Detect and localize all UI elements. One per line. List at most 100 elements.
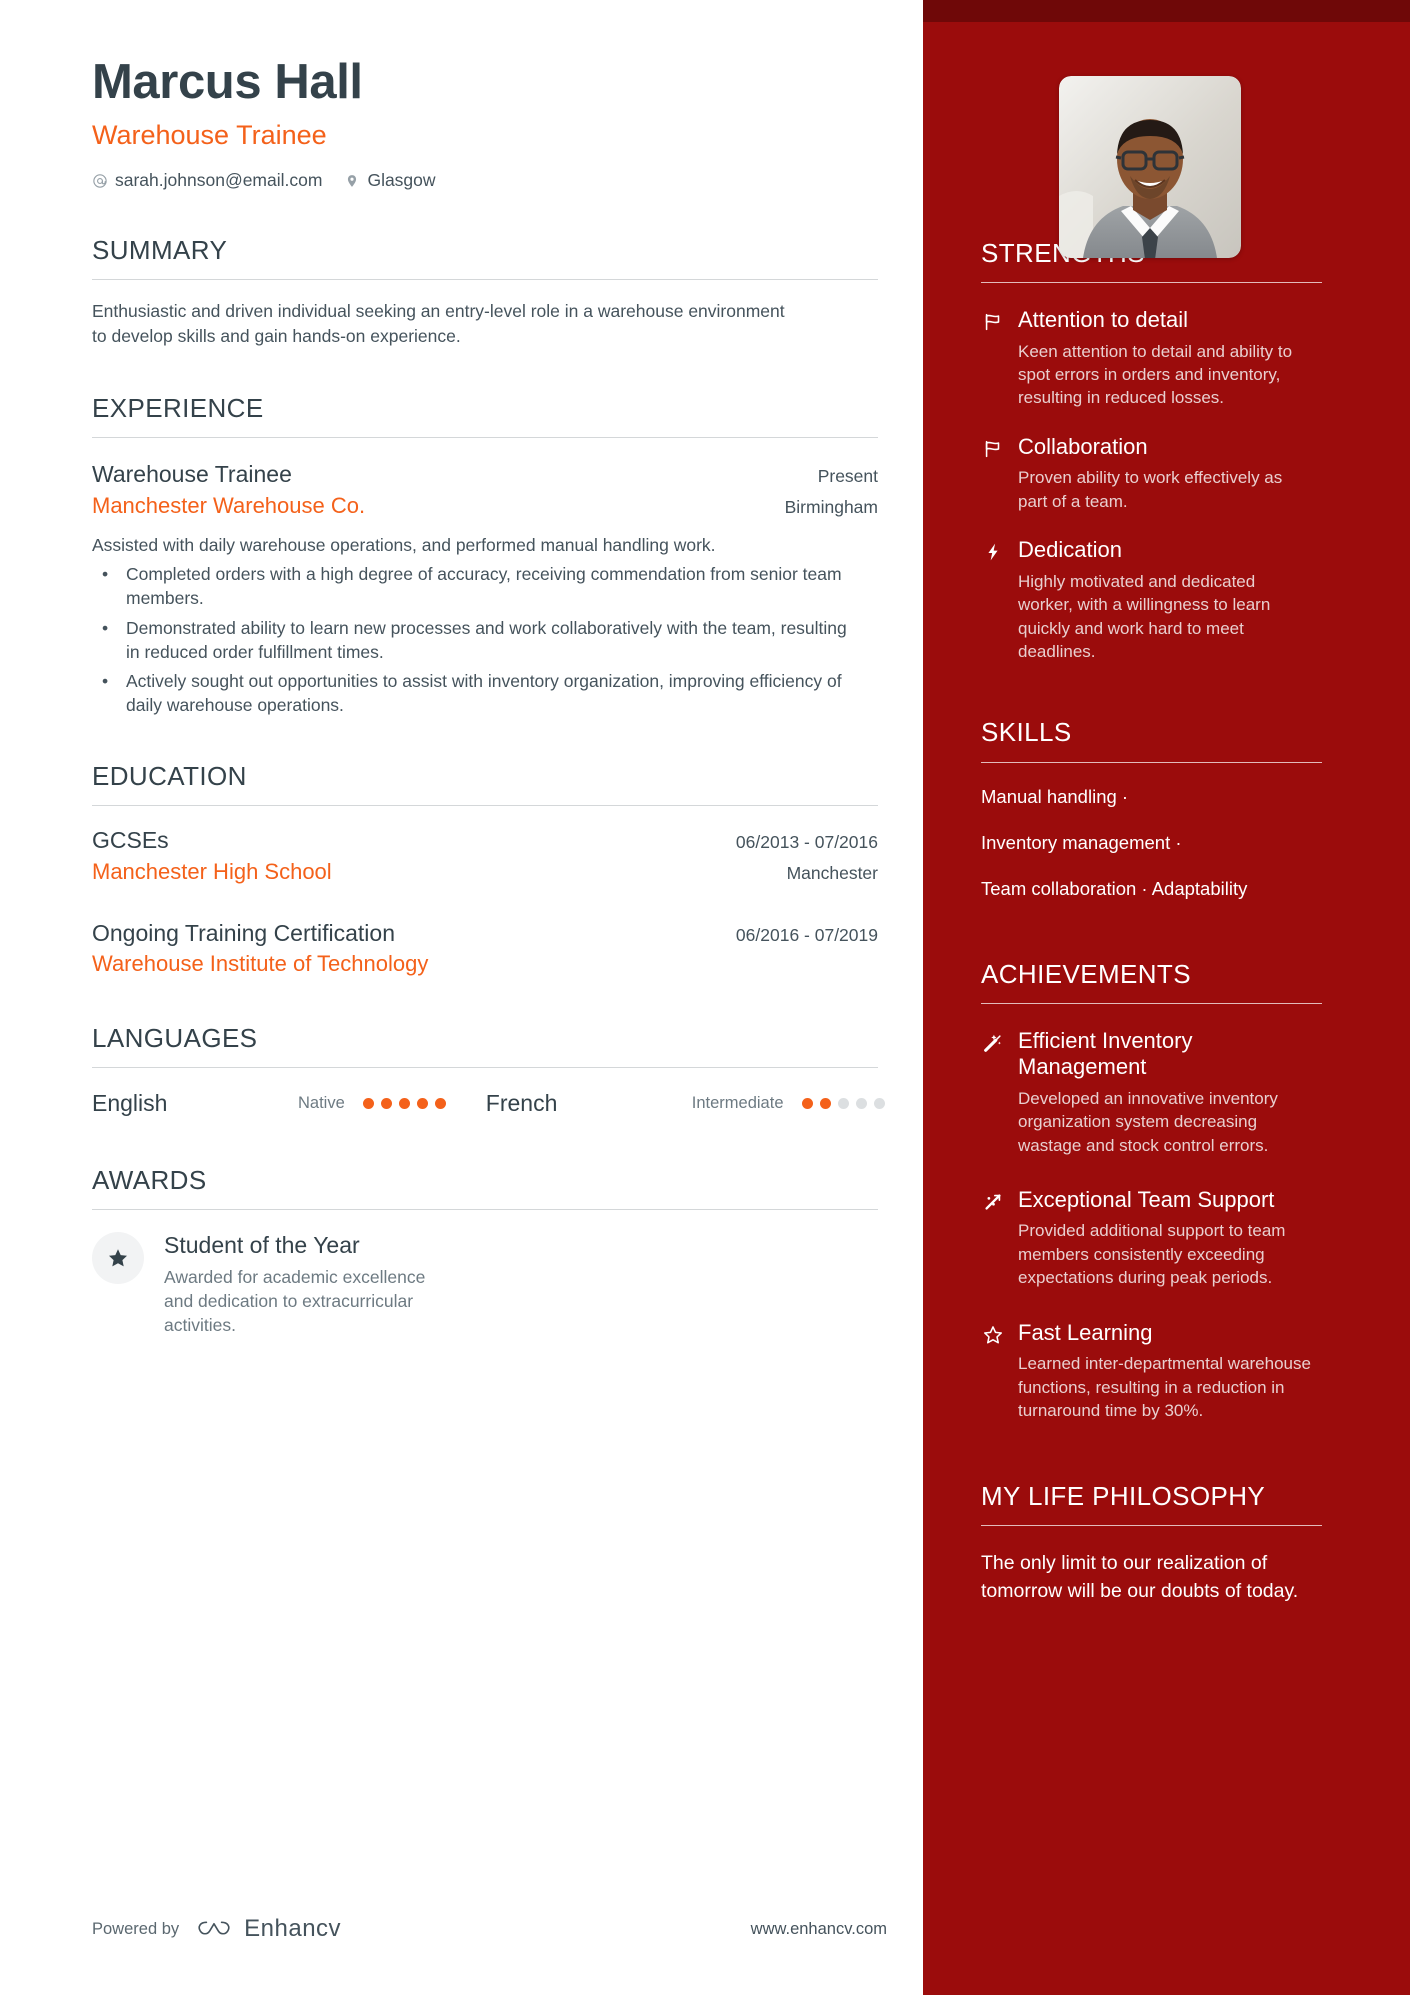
strength-item: Attention to detail Keen attention to de… (981, 307, 1352, 410)
achievement-item: Fast Learning Learned inter-departmental… (981, 1320, 1352, 1423)
philosophy-quote: The only limit to our realization of tom… (981, 1551, 1299, 1603)
education-entry: GCSEs 06/2013 - 07/2016 Manchester High … (92, 826, 878, 886)
achievement-item: Efficient Inventory Management Developed… (981, 1028, 1352, 1157)
job-title: Warehouse Trainee (92, 119, 327, 150)
divider (981, 761, 1322, 763)
education-school: Manchester High School (92, 859, 332, 885)
section-philosophy: MY LIFE PHILOSOPHY The only limit to our… (981, 1481, 1352, 1606)
contact-row: sarah.johnson@email.com Glasgow (92, 170, 923, 191)
section-summary: SUMMARY Enthusiastic and driven individu… (92, 235, 923, 349)
section-title-summary: SUMMARY (92, 235, 228, 266)
education-degree: Ongoing Training Certification (92, 919, 395, 946)
contact-location-text: Glasgow (367, 170, 436, 191)
powered-by-label: Powered by (92, 1919, 180, 1938)
divider (92, 437, 878, 439)
section-languages: LANGUAGES English Native French Intermed… (92, 1023, 923, 1117)
at-icon (92, 173, 108, 189)
section-title-education: EDUCATION (92, 761, 247, 792)
strength-description: Proven ability to work effectively as pa… (1018, 468, 1283, 511)
summary-text: Enthusiastic and driven individual seeki… (92, 301, 785, 347)
achievement-description: Learned inter-departmental warehouse fun… (1018, 1354, 1311, 1421)
achievement-title: Efficient Inventory Management (1018, 1027, 1193, 1080)
resume-page: STRENGTHS Attention to detail Keen atten… (0, 0, 1410, 1995)
strength-description: Highly motivated and dedicated worker, w… (1018, 571, 1271, 661)
map-pin-icon (344, 173, 360, 189)
section-title-skills: SKILLS (981, 717, 1072, 748)
section-achievements: ACHIEVEMENTS Efficient Inventory Managem… (981, 959, 1352, 1423)
achievement-title: Exceptional Team Support (1018, 1187, 1275, 1213)
skill-line: Inventory management · (981, 831, 1182, 853)
section-strengths: STRENGTHS Attention to detail Keen atten… (981, 238, 1352, 663)
section-skills: SKILLS Manual handling · Inventory manag… (981, 717, 1352, 900)
divider (92, 805, 878, 807)
enhancv-logo-icon (195, 1916, 233, 1942)
divider (92, 1067, 878, 1069)
section-title-philosophy: MY LIFE PHILOSOPHY (981, 1480, 1266, 1511)
experience-bullet: Completed orders with a high degree of a… (92, 562, 852, 610)
section-title-experience: EXPERIENCE (92, 393, 264, 424)
achievement-title: Fast Learning (1018, 1319, 1153, 1345)
skill-line: Manual handling · (981, 785, 1129, 807)
education-date: 06/2013 - 07/2016 (735, 832, 878, 853)
divider (92, 279, 878, 281)
divider (92, 1209, 878, 1211)
contact-email[interactable]: sarah.johnson@email.com (92, 170, 322, 191)
achievement-description: Provided additional support to team memb… (1018, 1221, 1286, 1288)
experience-date: Present (817, 466, 878, 487)
language-rating (801, 1098, 885, 1110)
header: Marcus Hall Warehouse Trainee sarah.john… (92, 55, 923, 191)
language-item: French Intermediate (486, 1090, 885, 1117)
enhancv-brand[interactable]: Enhancv (195, 1915, 341, 1943)
contact-location: Glasgow (344, 170, 436, 191)
section-title-awards: AWARDS (92, 1165, 207, 1196)
main-column: Marcus Hall Warehouse Trainee sarah.john… (0, 0, 923, 1337)
flag-icon (981, 309, 1005, 335)
strength-title: Dedication (1018, 537, 1122, 563)
achievement-description: Developed an innovative inventory organi… (1018, 1088, 1278, 1155)
education-date: 06/2016 - 07/2019 (735, 924, 878, 945)
strength-item: Collaboration Proven ability to work eff… (981, 434, 1352, 513)
language-name: French (485, 1090, 558, 1117)
rating-dot (398, 1098, 410, 1110)
rocket-icon (981, 1189, 1005, 1215)
footer-brand-group: Powered by Enhancv (92, 1915, 341, 1943)
education-school: Warehouse Institute of Technology (92, 951, 429, 977)
experience-bullet: Demonstrated ability to learn new proces… (92, 616, 852, 664)
section-title-achievements: ACHIEVEMENTS (981, 958, 1191, 989)
star-outline-icon (981, 1322, 1005, 1348)
rating-dot (873, 1098, 885, 1110)
skill-line: Team collaboration · Adaptability (981, 877, 1248, 899)
divider (981, 1524, 1322, 1526)
page-title: Marcus Hall (92, 55, 363, 109)
experience-entry: Warehouse Trainee Present Manchester War… (92, 460, 878, 717)
divider (981, 1002, 1322, 1004)
rating-dot (837, 1098, 849, 1110)
experience-bullet: Actively sought out opportunities to ass… (92, 669, 852, 717)
strength-title: Attention to detail (1018, 307, 1189, 333)
rating-dot (819, 1098, 831, 1110)
education-entry: Ongoing Training Certification 06/2016 -… (92, 919, 878, 979)
rating-dot (380, 1098, 392, 1110)
contact-email-text: sarah.johnson@email.com (115, 170, 323, 191)
language-level: Native (298, 1094, 345, 1113)
sidebar: STRENGTHS Attention to detail Keen atten… (923, 0, 1410, 1995)
section-experience: EXPERIENCE Warehouse Trainee Present Man… (92, 393, 923, 717)
education-degree: GCSEs (92, 827, 169, 854)
footer-url[interactable]: www.enhancv.com (751, 1920, 887, 1939)
rating-dot (855, 1098, 867, 1110)
award-description: Awarded for academic excellence and dedi… (164, 1267, 426, 1336)
experience-position: Warehouse Trainee (92, 461, 292, 488)
section-title-languages: LANGUAGES (92, 1023, 258, 1054)
section-awards: AWARDS Student of the Year Awarded for a… (92, 1165, 923, 1337)
experience-description: Assisted with daily warehouse operations… (92, 534, 716, 555)
footer: Powered by Enhancv www.enhancv.com (92, 1915, 887, 1943)
experience-location: Birmingham (784, 497, 878, 518)
magic-wand-icon (981, 1030, 1005, 1056)
language-rating (362, 1098, 446, 1110)
languages-row: English Native French Intermediate (92, 1090, 923, 1117)
section-education: EDUCATION GCSEs 06/2013 - 07/2016 Manche… (92, 761, 923, 979)
education-location: Manchester (786, 863, 878, 884)
enhancv-wordmark: Enhancv (244, 1915, 342, 1942)
flag-icon (981, 436, 1005, 462)
lightning-bolt-icon (981, 539, 1005, 565)
